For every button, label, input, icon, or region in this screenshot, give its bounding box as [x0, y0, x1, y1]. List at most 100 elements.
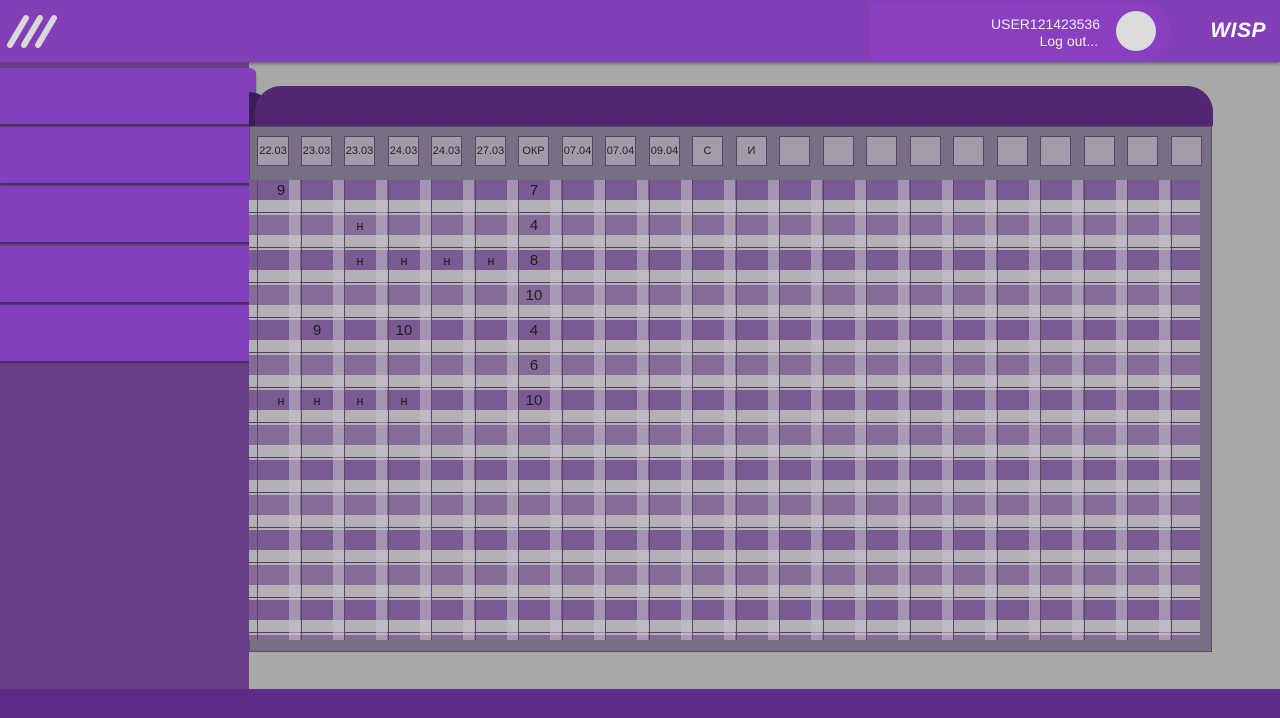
grid-line [431, 180, 432, 640]
grade-cell[interactable] [389, 180, 419, 200]
column-header[interactable]: 09.04 [649, 136, 680, 166]
grade-cell[interactable] [266, 215, 296, 235]
column-header[interactable]: И [736, 136, 767, 166]
grade-cell[interactable]: 7 [519, 180, 549, 200]
grid-line [823, 180, 824, 640]
grade-cell[interactable] [476, 285, 506, 305]
column-header[interactable] [910, 136, 941, 166]
grid-line [692, 180, 693, 640]
grade-cell[interactable] [302, 285, 332, 305]
bottom-bar [0, 689, 1280, 718]
grade-cell[interactable] [266, 320, 296, 340]
avatar[interactable] [1116, 11, 1156, 51]
grade-cell[interactable]: 6 [519, 355, 549, 375]
grade-cell[interactable]: н [345, 250, 375, 270]
username: USER121423536 [991, 16, 1100, 32]
grid-line [649, 180, 650, 640]
grade-cell[interactable]: н [476, 250, 506, 270]
grade-cell[interactable]: н [345, 215, 375, 235]
grade-cell[interactable] [302, 180, 332, 200]
grade-cell[interactable] [476, 320, 506, 340]
grade-cell[interactable]: 9 [266, 180, 296, 200]
grade-cell[interactable]: 10 [389, 320, 419, 340]
column-header[interactable] [953, 136, 984, 166]
column-header[interactable] [1040, 136, 1071, 166]
grade-cell[interactable] [432, 320, 462, 340]
grade-cell[interactable]: 4 [519, 320, 549, 340]
brand-logo: WISP [1210, 19, 1266, 42]
grid-column-gap [1029, 180, 1040, 640]
grade-cell[interactable]: н [389, 390, 419, 410]
grade-cell[interactable] [432, 180, 462, 200]
grade-cell[interactable] [266, 285, 296, 305]
grade-cell[interactable] [476, 180, 506, 200]
sidebar-item-1[interactable] [0, 68, 256, 124]
grid-column-gap [681, 180, 692, 640]
grade-cell[interactable] [302, 215, 332, 235]
grid-column-gap [855, 180, 866, 640]
grade-cell[interactable] [345, 355, 375, 375]
grade-cell[interactable] [432, 390, 462, 410]
column-header[interactable] [866, 136, 897, 166]
grid-column-gap [376, 180, 387, 640]
grid-line [736, 180, 737, 640]
grade-cell[interactable] [476, 355, 506, 375]
column-header[interactable] [823, 136, 854, 166]
grade-cell[interactable]: н [302, 390, 332, 410]
grade-cell[interactable] [389, 215, 419, 235]
grid-line [301, 180, 302, 640]
sidebar-item-5[interactable] [0, 305, 256, 361]
sidebar-item-2[interactable] [0, 127, 256, 183]
grid-column-gap [289, 180, 300, 640]
sidebar-item-3[interactable] [0, 186, 256, 242]
column-header[interactable] [779, 136, 810, 166]
column-header[interactable] [1127, 136, 1158, 166]
grade-cell[interactable] [389, 285, 419, 305]
column-header[interactable]: 07.04 [605, 136, 636, 166]
grade-cell[interactable]: 9 [302, 320, 332, 340]
grid-column-gap [942, 180, 953, 640]
grade-cell[interactable] [432, 285, 462, 305]
grid-line [779, 180, 780, 640]
grade-cell[interactable] [476, 215, 506, 235]
column-header[interactable] [1084, 136, 1115, 166]
grade-cell[interactable] [266, 355, 296, 375]
grade-cell[interactable] [302, 355, 332, 375]
grade-cell[interactable] [302, 250, 332, 270]
grade-cell[interactable]: н [389, 250, 419, 270]
grade-cell[interactable] [432, 215, 462, 235]
column-header[interactable]: ОКР [518, 136, 549, 166]
panel-header [255, 86, 1213, 126]
grid-column-gap [594, 180, 605, 640]
grade-cell[interactable]: н [345, 390, 375, 410]
grid-column-gap [507, 180, 518, 640]
menu-icon[interactable] [4, 10, 64, 52]
grade-cell[interactable]: 4 [519, 215, 549, 235]
grade-cell[interactable]: н [266, 390, 296, 410]
grade-cell[interactable]: н [432, 250, 462, 270]
grade-cell[interactable] [345, 285, 375, 305]
column-header[interactable] [1171, 136, 1202, 166]
grade-cell[interactable] [432, 355, 462, 375]
column-header[interactable]: 23.03 [301, 136, 332, 166]
grade-cell[interactable] [389, 355, 419, 375]
column-header[interactable]: 24.03 [431, 136, 462, 166]
grade-cell[interactable]: 10 [519, 285, 549, 305]
grade-cell[interactable] [345, 320, 375, 340]
column-header[interactable]: 24.03 [388, 136, 419, 166]
grade-cell[interactable] [476, 390, 506, 410]
column-header[interactable]: 22.03 [257, 136, 289, 166]
sidebar-item-4[interactable] [0, 246, 256, 302]
grid-column-gap [1116, 180, 1127, 640]
column-header[interactable]: С [692, 136, 723, 166]
grid-line [475, 180, 476, 640]
grade-cell[interactable]: 10 [519, 390, 549, 410]
column-header[interactable]: 07.04 [562, 136, 593, 166]
column-header[interactable]: 27.03 [475, 136, 506, 166]
grade-cell[interactable]: 8 [519, 250, 549, 270]
logout-link[interactable]: Log out... [1040, 33, 1098, 49]
column-header[interactable]: 23.03 [344, 136, 375, 166]
column-header[interactable] [997, 136, 1028, 166]
grade-cell[interactable] [266, 250, 296, 270]
grade-cell[interactable] [345, 180, 375, 200]
